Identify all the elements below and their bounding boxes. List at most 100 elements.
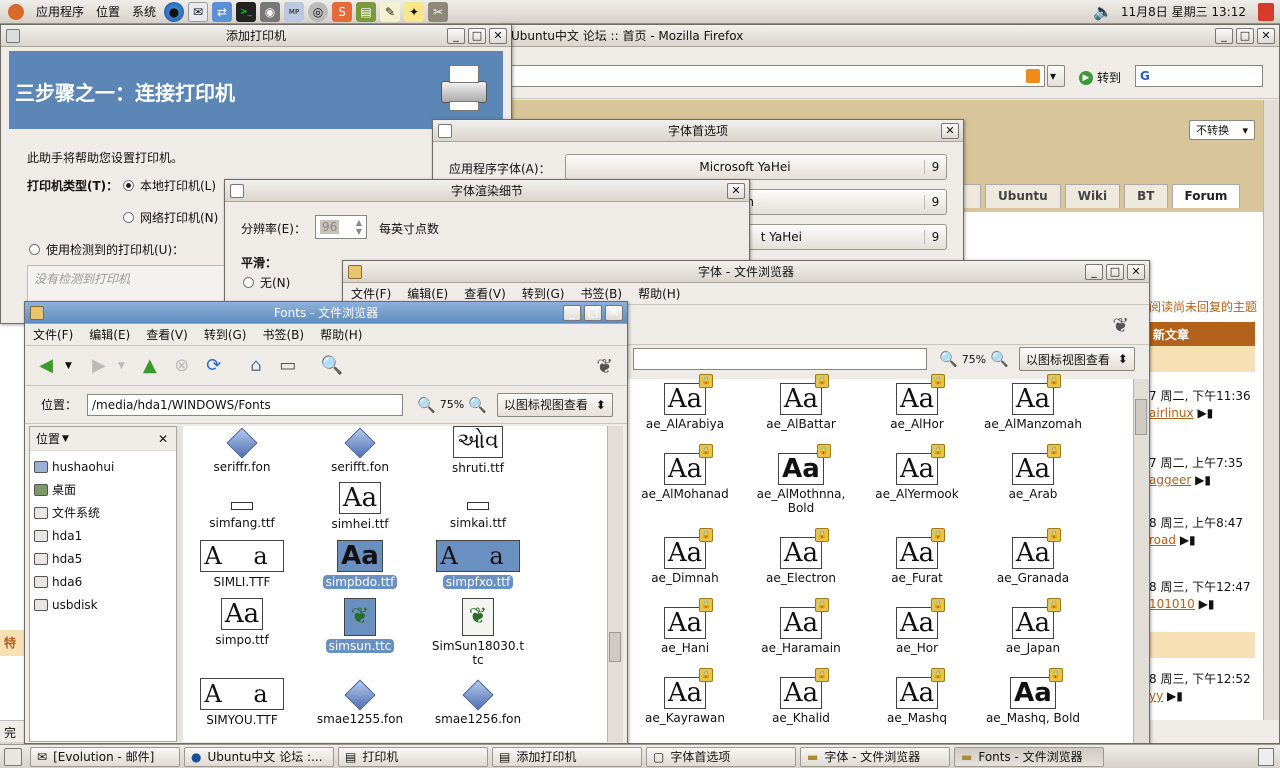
- font-file-icon[interactable]: Aa 🔒 ae_Arab: [975, 444, 1091, 501]
- task-fonts-dir[interactable]: ▬ Fonts - 文件浏览器: [954, 746, 1104, 767]
- maximize-button[interactable]: □: [1236, 28, 1254, 44]
- close-button[interactable]: ✕: [489, 28, 507, 44]
- goto-post-icon[interactable]: ▶▮: [1180, 533, 1196, 547]
- font-file-icon[interactable]: Aa 🔒 ae_AlBattar: [743, 374, 859, 431]
- rss-icon[interactable]: [1026, 69, 1040, 83]
- unanswered-link[interactable]: 阅读尚未回复的主题: [1149, 298, 1257, 315]
- location-field[interactable]: /media/hda1/WINDOWS/Fonts: [87, 393, 404, 416]
- menu-bookmarks[interactable]: 书签(B): [254, 326, 312, 343]
- font-file-icon[interactable]: Aa 🔒 ae_AlMothnna, Bold: [743, 444, 859, 515]
- goto-post-icon[interactable]: ▶▮: [1197, 406, 1213, 420]
- fonts-dir-scrollbar[interactable]: [607, 426, 623, 742]
- font-file-icon[interactable]: Aa 🔒 ae_Granada: [975, 528, 1091, 585]
- font-file-icon[interactable]: Aa 🔒 ae_Mashq: [859, 668, 975, 725]
- reload-button[interactable]: ⟳: [201, 353, 227, 379]
- ubuntu-logo-icon[interactable]: [8, 3, 24, 20]
- add-printer-titlebar[interactable]: 添加打印机 _ □ ✕: [1, 25, 511, 47]
- app-font-button[interactable]: Microsoft YaHei 9: [565, 154, 947, 180]
- dpi-spinner[interactable]: 96 ▲ ▼: [315, 215, 367, 239]
- tab-hidden[interactable]: [961, 184, 981, 208]
- tab-forum[interactable]: Forum: [1171, 184, 1241, 208]
- smooth-none-radio[interactable]: 无(N): [243, 274, 290, 291]
- task-printers[interactable]: ▤ 打印机: [338, 746, 488, 767]
- bulb-launcher-icon[interactable]: ✦: [404, 1, 425, 22]
- menu-help[interactable]: 帮助(H): [312, 326, 370, 343]
- close-button[interactable]: ✕: [1127, 264, 1145, 280]
- menu-go[interactable]: 转到(G): [514, 285, 573, 302]
- goto-post-icon[interactable]: ▶▮: [1167, 689, 1183, 703]
- menu-bookmarks[interactable]: 书签(B): [572, 285, 630, 302]
- sidebar-close-icon[interactable]: ✕: [158, 432, 168, 446]
- font-file-icon[interactable]: Aa 🔒 ae_Hani: [627, 598, 743, 655]
- post-user-link[interactable]: yy: [1149, 689, 1163, 703]
- sidebar-title[interactable]: 位置: [36, 430, 60, 447]
- menu-go[interactable]: 转到(G): [196, 326, 255, 343]
- file-icon[interactable]: smae1256.fon: [419, 678, 537, 726]
- editor-launcher-icon[interactable]: ✎: [380, 1, 401, 22]
- fonts-browser-scrollbar[interactable]: [1133, 379, 1149, 743]
- sidebar-item-desktop[interactable]: 桌面: [30, 478, 176, 501]
- zoom-out-icon[interactable]: 🔍: [939, 350, 958, 368]
- menu-edit[interactable]: 编辑(E): [81, 326, 138, 343]
- menu-edit[interactable]: 编辑(E): [399, 285, 456, 302]
- menu-view[interactable]: 查看(V): [456, 285, 514, 302]
- font-file-icon[interactable]: Aa 🔒 ae_Haramain: [743, 598, 859, 655]
- gimp-launcher-icon[interactable]: ✂: [428, 1, 449, 22]
- terminal-launcher-icon[interactable]: >_: [236, 1, 257, 22]
- font-file-icon[interactable]: Aa 🔒 ae_Kayrawan: [627, 668, 743, 725]
- view-mode-select[interactable]: 以图标视图查看 ⬍: [1018, 347, 1135, 371]
- network-launcher-icon[interactable]: ⇄: [212, 1, 233, 22]
- evolution-launcher-icon[interactable]: ✉: [188, 1, 209, 22]
- post-user-link[interactable]: airlinux: [1149, 406, 1194, 420]
- sidebar-dropdown-icon[interactable]: ▼: [62, 434, 69, 444]
- post-user-link[interactable]: 101010: [1149, 597, 1195, 611]
- minimize-button[interactable]: _: [563, 305, 581, 321]
- location-field[interactable]: [633, 348, 927, 370]
- volume-icon[interactable]: 🔈: [1093, 2, 1113, 21]
- firefox-scrollbar[interactable]: [1263, 100, 1279, 720]
- tab-bt[interactable]: BT: [1124, 184, 1168, 208]
- font-file-icon[interactable]: Aa 🔒 ae_AlYermook: [859, 444, 975, 501]
- file-icon[interactable]: A a simpfxo.ttf: [419, 540, 537, 589]
- goto-post-icon[interactable]: ▶▮: [1195, 473, 1211, 487]
- file-icon[interactable]: serifft.fon: [301, 426, 419, 474]
- tab-wiki[interactable]: Wiki: [1064, 184, 1121, 208]
- task-add-printer[interactable]: ▤ 添加打印机: [492, 746, 642, 767]
- url-dropdown-button[interactable]: ▾: [1047, 65, 1065, 87]
- forward-button[interactable]: ▶: [86, 353, 112, 379]
- mplayer-launcher-icon[interactable]: MP: [284, 1, 305, 22]
- task-evolution[interactable]: ✉ [Evolution - 邮件]: [30, 746, 180, 767]
- books-launcher-icon[interactable]: ▤: [356, 1, 377, 22]
- fonts-browser-titlebar[interactable]: 字体 - 文件浏览器 _ □ ✕: [343, 261, 1149, 283]
- trash-icon[interactable]: [1258, 747, 1274, 766]
- file-icon[interactable]: Aa simhei.ttf: [301, 482, 419, 531]
- font-file-icon[interactable]: Aa 🔒 ae_AlManzomah: [975, 374, 1091, 431]
- scroll-thumb[interactable]: [1135, 399, 1147, 435]
- stardict-launcher-icon[interactable]: S: [332, 1, 353, 22]
- computer-button[interactable]: ▭: [275, 353, 301, 379]
- font-file-icon[interactable]: Aa 🔒 ae_AlMohanad: [627, 444, 743, 501]
- font-file-icon[interactable]: Aa 🔒 ae_Electron: [743, 528, 859, 585]
- firefox-url-field[interactable]: [505, 65, 1045, 87]
- post-user-link[interactable]: road: [1149, 533, 1176, 547]
- zoom-level[interactable]: 75%: [962, 353, 986, 366]
- back-button[interactable]: ◀: [33, 353, 59, 379]
- file-icon[interactable]: ❦ SimSun18030.ttc: [419, 598, 537, 667]
- zoom-level[interactable]: 75%: [440, 398, 464, 411]
- view-mode-select[interactable]: 以图标视图查看 ⬍: [496, 392, 613, 417]
- close-button[interactable]: ✕: [941, 123, 959, 139]
- task-font-prefs[interactable]: ▢ 字体首选项: [646, 746, 796, 767]
- menu-places[interactable]: 位置: [90, 3, 126, 20]
- post-user-link[interactable]: aggeer: [1149, 473, 1191, 487]
- render-details-titlebar[interactable]: 字体渲染细节 ✕: [225, 180, 749, 202]
- logout-icon[interactable]: [1258, 2, 1274, 21]
- font-file-icon[interactable]: Aa 🔒 ae_Hor: [859, 598, 975, 655]
- back-dropdown-icon[interactable]: ▼: [65, 361, 72, 371]
- sidebar-item-hda1[interactable]: hda1: [30, 524, 176, 547]
- font-file-icon[interactable]: Aa 🔒 ae_Furat: [859, 528, 975, 585]
- sidebar-item-hda5[interactable]: hda5: [30, 547, 176, 570]
- home-button[interactable]: ⌂: [243, 353, 269, 379]
- font-prefs-titlebar[interactable]: 字体首选项 ✕: [433, 120, 963, 142]
- go-button[interactable]: ▶ 转到: [1079, 69, 1121, 86]
- up-button[interactable]: ▲: [137, 353, 163, 379]
